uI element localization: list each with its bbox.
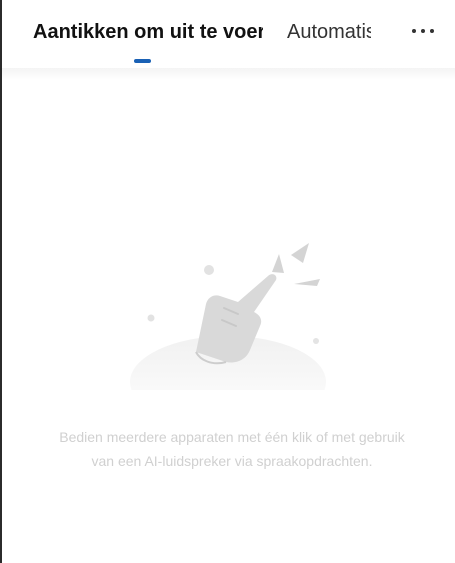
more-options-button[interactable] [404,16,442,46]
tab-bar: Aantikken om uit te voeren Automatis [2,0,455,72]
empty-state-illustration [120,240,340,428]
more-horizontal-icon [412,29,434,33]
window-edge [0,0,2,563]
empty-state-message: Bedien meerdere apparaten met één klik o… [59,429,405,469]
header-divider [2,68,455,80]
tab-tap-to-run[interactable]: Aantikken om uit te voeren [33,18,263,46]
active-tab-indicator [134,59,151,63]
tap-gesture-icon [130,243,326,428]
tab-automation[interactable]: Automatis [287,18,371,46]
